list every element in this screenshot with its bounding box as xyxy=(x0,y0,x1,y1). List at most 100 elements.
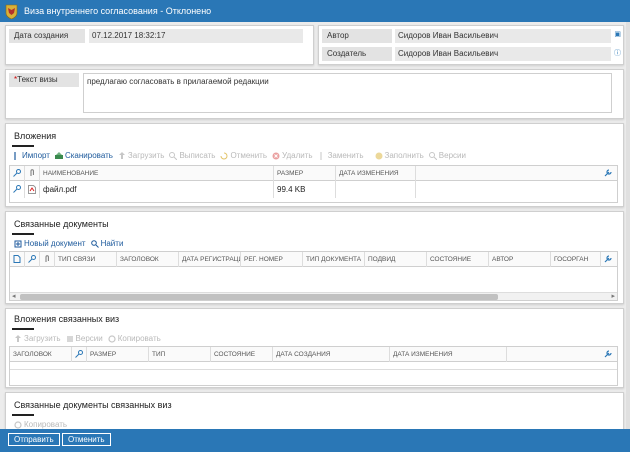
copy-label: Копировать xyxy=(117,334,161,343)
col-key-icon xyxy=(10,166,25,181)
attachments-toolbar: Импорт Сканировать Загрузить Выписать От… xyxy=(12,151,471,160)
delete-button[interactable]: Удалить xyxy=(272,151,313,160)
versions-button[interactable]: Версии xyxy=(66,334,103,343)
col-attach-icon xyxy=(40,252,55,267)
key-icon xyxy=(13,185,21,193)
col-authority[interactable]: Госорган xyxy=(551,252,601,267)
attachment-modified xyxy=(336,181,416,198)
search-icon xyxy=(90,239,99,248)
versions-label: Версии xyxy=(75,334,103,343)
col-doc-type[interactable]: Тип документа xyxy=(303,252,365,267)
scrollbar-thumb[interactable] xyxy=(20,294,498,300)
cancel-button[interactable]: Отменить xyxy=(62,433,111,446)
send-button[interactable]: Отправить xyxy=(8,433,60,446)
new-document-button[interactable]: Новый документ xyxy=(14,239,86,248)
col-state[interactable]: Состояние xyxy=(427,252,489,267)
col-key-icon xyxy=(25,252,40,267)
col-link-type[interactable]: Тип связи xyxy=(55,252,117,267)
related-visa-attachments-grid: Заголовок Размер Тип Состояние Дата созд… xyxy=(9,346,618,386)
creator-label: Создатель xyxy=(322,47,392,61)
related-documents-panel: Связанные документы Новый документ Найти… xyxy=(5,211,624,304)
attachment-name[interactable]: файл.pdf xyxy=(40,181,274,198)
col-modified[interactable]: Дата изменения xyxy=(390,347,507,362)
col-size[interactable]: Размер xyxy=(87,347,149,362)
visa-text-value: предлагаю согласовать в прилагаемой реда… xyxy=(87,77,269,86)
empty-row xyxy=(10,362,617,370)
scanner-icon xyxy=(54,151,63,159)
attachment-size: 99.4 KB xyxy=(274,181,336,198)
col-reg-date[interactable]: Дата регистрации xyxy=(179,252,241,267)
attachments-grid-header: Наименование Размер Дата изменения xyxy=(10,166,617,181)
row-key-cell[interactable] xyxy=(10,181,25,198)
key-icon xyxy=(75,350,83,358)
col-subtype[interactable]: Подвид xyxy=(365,252,427,267)
attachments-title: Вложения xyxy=(14,131,57,141)
undo-label: Отменить xyxy=(230,151,268,160)
import-icon xyxy=(14,151,16,160)
related-documents-grid-body xyxy=(10,267,617,291)
related-visa-attachments-title: Вложения связанных виз xyxy=(14,314,120,324)
undo-checkout-button[interactable]: Отменить xyxy=(220,151,267,160)
col-title[interactable]: Заголовок xyxy=(10,347,72,362)
scroll-left-arrow[interactable]: ◂ xyxy=(12,292,16,300)
checkout-label: Выписать xyxy=(179,151,216,160)
vertical-scrollbar[interactable] xyxy=(626,22,630,429)
upload-button[interactable]: Загрузить xyxy=(14,334,61,343)
related-visa-attachments-grid-header: Заголовок Размер Тип Состояние Дата созд… xyxy=(10,347,617,362)
grid-settings[interactable] xyxy=(601,347,618,362)
visa-text-field[interactable]: предлагаю согласовать в прилагаемой реда… xyxy=(83,73,612,113)
upload-label: Загрузить xyxy=(24,334,61,343)
scan-label: Сканировать xyxy=(64,151,113,160)
new-document-label: Новый документ xyxy=(24,239,86,248)
related-visa-documents-toolbar: Копировать xyxy=(14,420,72,429)
col-modified[interactable]: Дата изменения xyxy=(336,166,416,181)
grid-settings[interactable] xyxy=(601,166,618,181)
copy-label: Копировать xyxy=(24,420,68,429)
import-button[interactable]: Импорт xyxy=(12,151,50,160)
related-documents-title: Связанные документы xyxy=(14,219,109,229)
col-type[interactable]: Тип xyxy=(149,347,211,362)
copy-button[interactable]: Копировать xyxy=(14,420,67,429)
wrench-icon xyxy=(604,169,612,177)
paperclip-icon xyxy=(45,255,49,262)
key-icon xyxy=(28,255,36,263)
col-state[interactable]: Состояние xyxy=(211,347,273,362)
horizontal-scrollbar[interactable]: ◂ ▸ xyxy=(10,292,617,300)
created-date-label: Дата создания xyxy=(9,29,85,43)
title-bar: Виза внутреннего согласования - Отклонен… xyxy=(0,0,630,22)
col-created[interactable]: Дата создания xyxy=(273,347,390,362)
col-author[interactable]: Автор xyxy=(489,252,551,267)
col-attach-icon xyxy=(25,166,40,181)
scroll-right-arrow[interactable]: ▸ xyxy=(611,292,615,300)
find-label: Найти xyxy=(100,239,124,248)
table-row[interactable]: файл.pdf 99.4 KB xyxy=(10,181,617,198)
versions-icon xyxy=(428,151,437,160)
copy-button[interactable]: Копировать xyxy=(108,334,161,343)
checkout-icon xyxy=(169,151,178,160)
col-title[interactable]: Заголовок xyxy=(117,252,179,267)
versions-button[interactable]: Версии xyxy=(428,151,466,160)
col-key-icon xyxy=(72,347,87,362)
find-button[interactable]: Найти xyxy=(90,239,124,248)
versions-icon xyxy=(66,335,73,342)
checkout-button[interactable]: Выписать xyxy=(169,151,215,160)
creator-info-icon[interactable]: ⓘ xyxy=(614,48,621,58)
created-date-value: 07.12.2017 18:32:17 xyxy=(89,29,303,43)
upload-icon xyxy=(118,151,125,159)
footer-bar: Отправить Отменить xyxy=(0,429,630,452)
visa-text-label-text: Текст визы xyxy=(17,75,58,84)
upload-icon xyxy=(15,334,21,342)
scan-button[interactable]: Сканировать xyxy=(54,151,113,160)
upload-button[interactable]: Загрузить xyxy=(118,151,164,160)
author-info-icon[interactable]: ▣ xyxy=(614,30,621,38)
related-documents-grid-header: Тип связи Заголовок Дата регистрации Рег… xyxy=(10,252,617,267)
pdf-file-icon xyxy=(28,185,36,194)
replace-button[interactable]: Заменить xyxy=(318,151,364,160)
grid-settings[interactable] xyxy=(601,252,618,267)
fill-button[interactable]: Заполнить xyxy=(375,151,424,160)
col-size[interactable]: Размер xyxy=(274,166,336,181)
versions-label: Версии xyxy=(438,151,466,160)
col-name[interactable]: Наименование xyxy=(40,166,274,181)
related-visa-documents-title: Связанные документы связанных виз xyxy=(14,400,172,410)
col-reg-number[interactable]: Рег. номер xyxy=(241,252,303,267)
